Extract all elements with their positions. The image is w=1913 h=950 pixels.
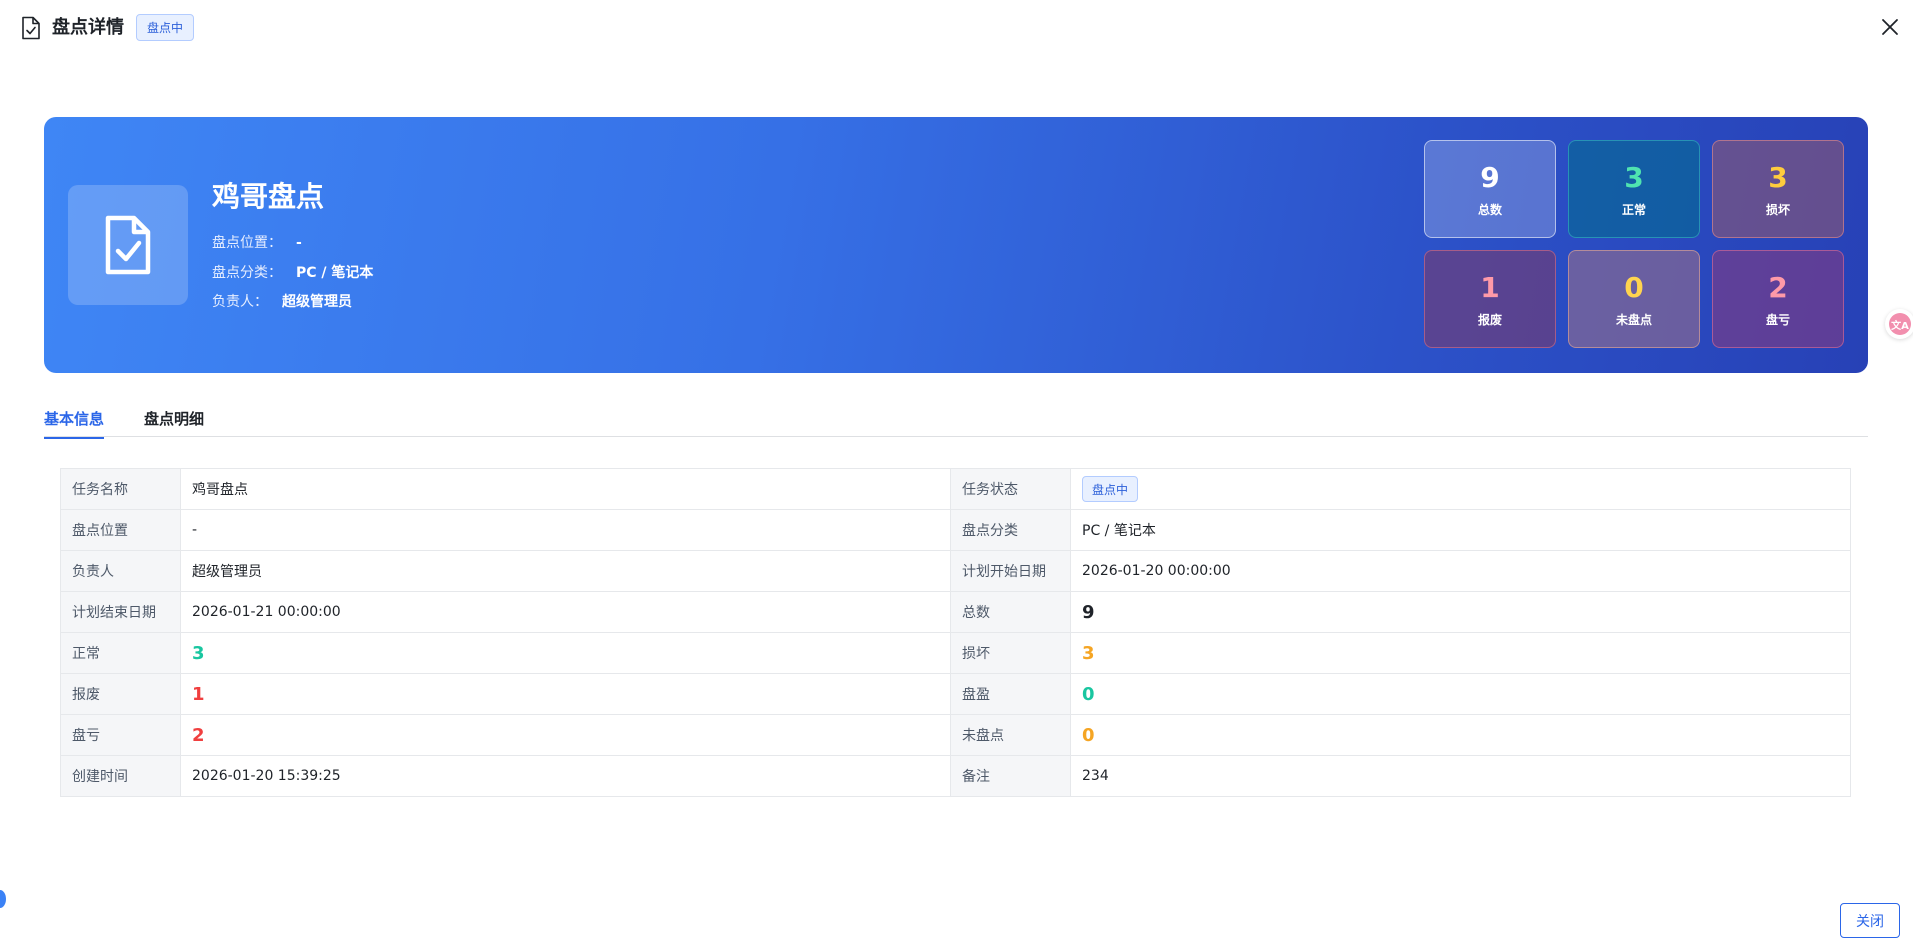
meta-label: 盘点分类： [212, 265, 282, 281]
stat-label: 总数 [1477, 202, 1502, 217]
close-icon[interactable] [1879, 16, 1901, 38]
meta-location: 盘点位置： - [212, 232, 302, 252]
field-label: 盘点分类 [950, 509, 1071, 551]
field-label: 损坏 [950, 632, 1071, 674]
table-row: 盘点位置 - 盘点分类 PC / 笔记本 [60, 509, 1851, 551]
field-value: 2 [180, 714, 951, 756]
count-value: 3 [1082, 642, 1095, 664]
field-value: 1 [180, 673, 951, 715]
close-button[interactable]: 关闭 [1840, 903, 1900, 938]
field-value: 盘点中 [1070, 468, 1851, 510]
field-label: 正常 [60, 632, 181, 674]
field-label: 总数 [950, 591, 1071, 633]
count-value: 9 [1082, 601, 1095, 623]
translate-button[interactable]: 文A [1885, 309, 1913, 339]
field-label: 任务名称 [60, 468, 181, 510]
field-value: 鸡哥盘点 [180, 468, 951, 510]
meta-label: 盘点位置： [212, 235, 282, 251]
task-name: 鸡哥盘点 [212, 180, 325, 213]
count-value: 2 [192, 724, 205, 746]
stat-value: 1 [1480, 270, 1500, 304]
tab-basic-info[interactable]: 基本信息 [44, 408, 105, 439]
field-label: 计划结束日期 [60, 591, 181, 633]
stat-value: 3 [1768, 160, 1788, 194]
field-label: 创建时间 [60, 755, 181, 797]
field-label: 任务状态 [950, 468, 1071, 510]
meta-owner: 负责人： 超级管理员 [212, 291, 352, 311]
field-value: 0 [1070, 714, 1851, 756]
side-handle[interactable] [0, 890, 6, 908]
field-value: PC / 笔记本 [1070, 509, 1851, 551]
field-label: 盘亏 [60, 714, 181, 756]
stats-grid: 9 总数 3 正常 3 损坏 1 报废 0 未盘点 2 盘亏 [1424, 140, 1844, 348]
count-value: 3 [192, 642, 205, 664]
count-value: 1 [192, 683, 205, 705]
field-value: 9 [1070, 591, 1851, 633]
stat-scrapped: 1 报废 [1424, 250, 1556, 348]
meta-value: - [296, 235, 302, 251]
field-value: 2026-01-20 00:00:00 [1070, 550, 1851, 592]
stat-normal: 3 正常 [1568, 140, 1700, 238]
stat-label: 损坏 [1765, 202, 1790, 217]
field-label: 盘点位置 [60, 509, 181, 551]
field-label: 负责人 [60, 550, 181, 592]
stat-broken: 3 损坏 [1712, 140, 1844, 238]
field-label: 备注 [950, 755, 1071, 797]
field-value: 2026-01-21 00:00:00 [180, 591, 951, 633]
stat-unchecked: 0 未盘点 [1568, 250, 1700, 348]
table-row: 报废 1 盘盈 0 [60, 673, 1851, 715]
stat-label: 正常 [1621, 202, 1646, 217]
field-label: 未盘点 [950, 714, 1071, 756]
field-value: 3 [180, 632, 951, 674]
document-check-icon [68, 185, 188, 305]
field-value: 3 [1070, 632, 1851, 674]
basic-info-table: 任务名称 鸡哥盘点 任务状态 盘点中 盘点位置 - 盘点分类 PC / 笔记本 … [60, 468, 1851, 797]
stat-label: 未盘点 [1615, 312, 1652, 327]
table-row: 任务名称 鸡哥盘点 任务状态 盘点中 [60, 468, 1851, 510]
stat-value: 9 [1480, 160, 1500, 194]
meta-value: PC / 笔记本 [296, 265, 374, 281]
status-badge: 盘点中 [136, 14, 195, 41]
stat-label: 盘亏 [1765, 312, 1790, 327]
field-value: 0 [1070, 673, 1851, 715]
table-row: 负责人 超级管理员 计划开始日期 2026-01-20 00:00:00 [60, 550, 1851, 592]
field-label: 报废 [60, 673, 181, 715]
table-row: 计划结束日期 2026-01-21 00:00:00 总数 9 [60, 591, 1851, 633]
stat-label: 报废 [1477, 312, 1502, 327]
stat-value: 3 [1624, 160, 1644, 194]
field-value: 234 [1070, 755, 1851, 797]
field-label: 盘盈 [950, 673, 1071, 715]
tab-inventory-details[interactable]: 盘点明细 [144, 408, 204, 429]
meta-category: 盘点分类： PC / 笔记本 [212, 262, 373, 282]
field-value: - [180, 509, 951, 551]
dialog-header: 盘点详情 盘点中 [0, 0, 1913, 56]
table-row: 创建时间 2026-01-20 15:39:25 备注 234 [60, 755, 1851, 797]
translate-icon: 文A [1889, 313, 1911, 335]
task-summary-banner: 鸡哥盘点 盘点位置： - 盘点分类： PC / 笔记本 负责人： 超级管理员 9 总数… [44, 117, 1868, 373]
stat-total: 9 总数 [1424, 140, 1556, 238]
meta-value: 超级管理员 [282, 294, 352, 310]
meta-label: 负责人： [212, 294, 268, 310]
stat-value: 2 [1768, 270, 1788, 304]
detail-tabs: 基本信息 盘点明细 [44, 402, 1868, 439]
field-value: 2026-01-20 15:39:25 [180, 755, 951, 797]
field-value: 超级管理员 [180, 550, 951, 592]
dialog-title: 盘点详情 [52, 17, 124, 38]
table-row: 盘亏 2 未盘点 0 [60, 714, 1851, 756]
stat-loss: 2 盘亏 [1712, 250, 1844, 348]
count-value: 0 [1082, 724, 1095, 746]
count-value: 0 [1082, 683, 1095, 705]
field-label: 计划开始日期 [950, 550, 1071, 592]
document-check-icon [22, 16, 40, 40]
stat-value: 0 [1624, 270, 1644, 304]
table-row: 正常 3 损坏 3 [60, 632, 1851, 674]
status-badge: 盘点中 [1082, 476, 1139, 502]
